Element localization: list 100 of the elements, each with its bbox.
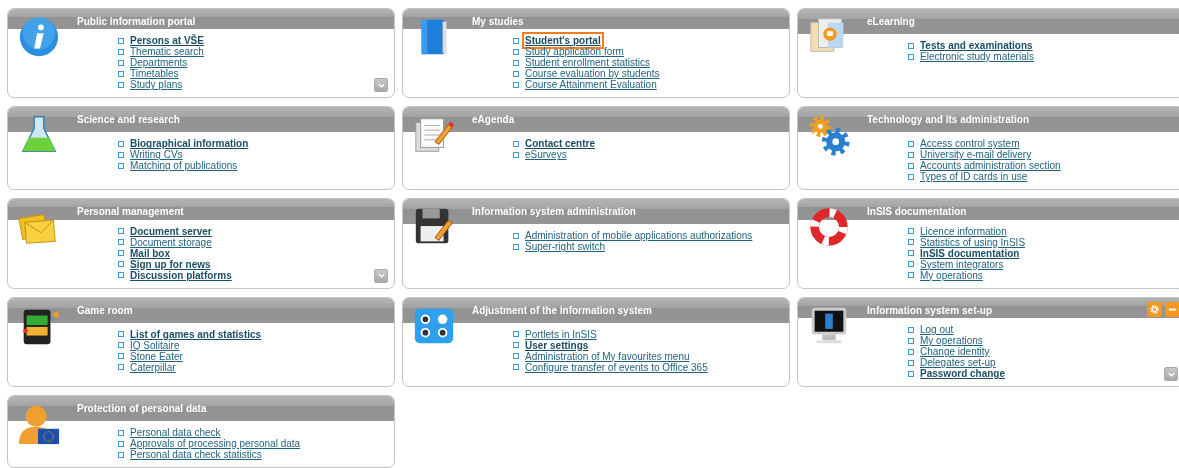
bullet-icon	[118, 70, 124, 77]
menu-link[interactable]: Course Attainment Evaluation	[525, 79, 657, 91]
bullet-icon	[118, 228, 124, 235]
menu-link[interactable]: Portlets in InSIS	[525, 328, 597, 340]
menu-link[interactable]: Sign up for news	[130, 258, 211, 270]
menu-link[interactable]: Course evaluation by students	[525, 68, 660, 80]
menu-link[interactable]: Caterpillar	[130, 361, 176, 373]
bullet-icon	[118, 440, 124, 447]
bullet-icon	[513, 232, 519, 239]
menu-link[interactable]: Administration of mobile applications authorizations	[525, 230, 753, 242]
gear-icon	[1149, 303, 1160, 315]
menu-link[interactable]: System integrators	[920, 258, 1004, 270]
settings-button[interactable]	[1147, 301, 1162, 317]
bullet-icon	[118, 261, 124, 268]
menu-link[interactable]: Document storage	[130, 236, 212, 248]
menu-link[interactable]: My operations	[920, 335, 983, 346]
menu-link[interactable]: Accounts administration section	[920, 160, 1061, 172]
expand-button[interactable]	[374, 78, 388, 93]
menu-link[interactable]: Matching of publications	[130, 160, 238, 172]
menu-link[interactable]: Personal data check	[130, 427, 221, 438]
bullet-icon	[118, 342, 124, 349]
bullet-icon	[513, 342, 519, 349]
bullet-icon	[513, 364, 519, 371]
portlet-title: Information system set-up	[867, 304, 994, 316]
portlet-title: Game room	[77, 304, 134, 316]
bullet-icon	[118, 429, 124, 436]
menu-link[interactable]: Study application form	[525, 46, 624, 58]
portlet-title: Information system administration	[472, 206, 637, 218]
menu-link[interactable]: InSIS documentation	[920, 247, 1020, 259]
menu-link[interactable]: Thematic search	[130, 46, 204, 58]
menu-link[interactable]: User settings	[525, 339, 589, 351]
bullet-icon	[118, 59, 124, 66]
menu-link[interactable]: Student enrollment statistics	[525, 57, 651, 69]
menu-link[interactable]: Types of ID cards in use	[920, 171, 1028, 183]
menu-link[interactable]: Stone Eater	[130, 350, 183, 362]
menu-link[interactable]: University e-mail delivery	[920, 149, 1032, 161]
minimize-button[interactable]	[1165, 301, 1179, 317]
menu-link[interactable]: List of games and statistics	[130, 328, 262, 340]
menu-link[interactable]: eSurveys	[525, 149, 567, 161]
menu-link[interactable]: Access control system	[920, 138, 1020, 150]
menu-link[interactable]: Super-right switch	[525, 241, 606, 253]
menu-link[interactable]: Student's portal	[525, 35, 601, 47]
menu-link[interactable]: Tests and examinations	[920, 40, 1033, 51]
bullet-icon	[908, 239, 914, 246]
bullet-icon	[513, 331, 519, 338]
menu-link[interactable]: Statistics of using InSIS	[920, 236, 1026, 248]
bullet-icon	[908, 250, 914, 257]
menu-link[interactable]: Log out	[920, 324, 954, 335]
expand-button[interactable]	[1164, 367, 1178, 381]
menu-link[interactable]: Electronic study materials	[920, 51, 1034, 62]
bullet-icon	[908, 140, 914, 147]
menu-link[interactable]: Persons at VŠE	[130, 35, 204, 47]
bullet-icon	[118, 81, 124, 88]
bullet-icon	[908, 272, 914, 279]
portlet-title: Science and research	[77, 114, 181, 126]
menu-link[interactable]: Delegates set-up	[920, 357, 996, 368]
bullet-icon	[118, 48, 124, 55]
menu-link[interactable]: Approvals of processing personal data	[130, 438, 301, 449]
bullet-icon	[118, 37, 124, 44]
bullet-icon	[118, 353, 124, 360]
bullet-icon	[118, 151, 124, 158]
menu-link[interactable]: Mail box	[130, 247, 170, 259]
menu-link[interactable]: My operations	[920, 269, 983, 281]
bullet-icon	[908, 326, 914, 333]
bullet-icon	[513, 70, 519, 77]
menu-link[interactable]: Administration of My favourites menu	[525, 350, 690, 362]
bullet-icon	[908, 228, 914, 235]
portlet-title: Adjustment of the information system	[472, 304, 653, 316]
menu-link[interactable]: Change identity	[920, 346, 990, 357]
bullet-icon	[908, 162, 914, 169]
chevron-down-icon	[376, 271, 386, 281]
menu-link[interactable]: Writing CVs	[130, 149, 183, 161]
portlet-title: eAgenda	[472, 114, 516, 126]
menu-link[interactable]: Personal data check statistics	[130, 449, 262, 460]
menu-link[interactable]: Timetables	[130, 68, 179, 80]
portlet-title: Protection of personal data	[77, 403, 208, 414]
info-icon	[17, 15, 61, 59]
bullet-icon	[118, 162, 124, 169]
menu-link[interactable]: Study plans	[130, 79, 183, 91]
bullet-icon	[513, 151, 519, 158]
bullet-icon	[118, 250, 124, 257]
bullet-icon	[908, 173, 914, 180]
bullet-icon	[908, 53, 914, 60]
menu-link[interactable]: Configure transfer of events to Office 365	[525, 361, 708, 373]
menu-link[interactable]: Biographical information	[130, 138, 249, 150]
menu-link[interactable]: Document server	[130, 225, 212, 237]
menu-link[interactable]: Licence information	[920, 225, 1007, 237]
bullet-icon	[513, 59, 519, 66]
portlet-title: My studies	[472, 16, 525, 27]
bullet-icon	[118, 272, 124, 279]
portlet-title: Public information portal	[77, 16, 197, 27]
menu-link[interactable]: Contact centre	[525, 138, 595, 150]
portlet-title: InSIS documentation	[867, 206, 968, 218]
menu-link[interactable]: IQ Solitaire	[130, 339, 180, 351]
menu-link[interactable]: Discussion platforms	[130, 269, 232, 281]
bullet-icon	[908, 42, 914, 49]
menu-link[interactable]: Departments	[130, 57, 188, 69]
menu-link[interactable]: Password change	[920, 368, 1006, 379]
bullet-icon	[513, 48, 519, 55]
expand-button[interactable]	[374, 268, 388, 283]
